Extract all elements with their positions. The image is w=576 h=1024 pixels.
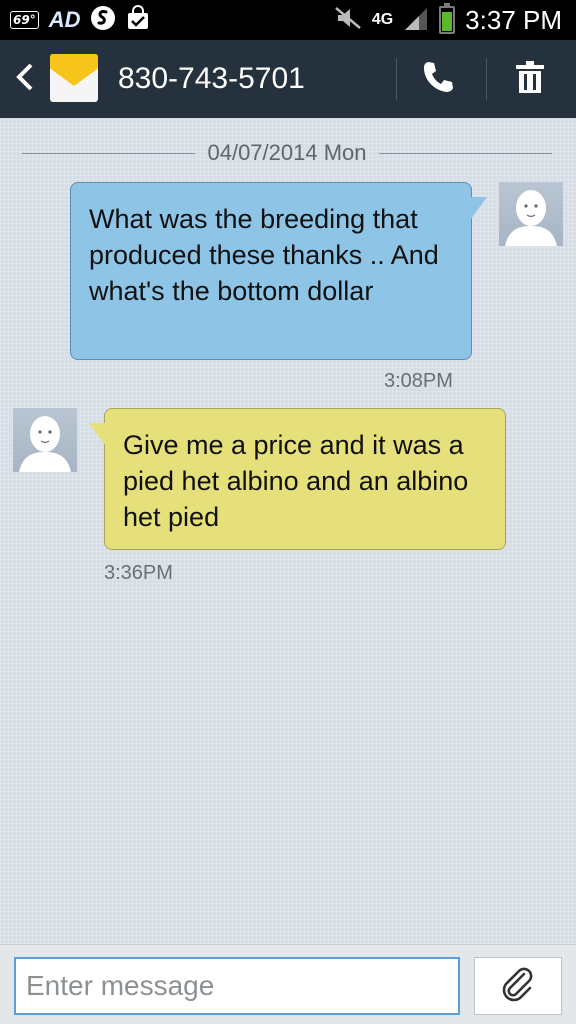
message-timestamp: 3:08PM xyxy=(384,370,453,392)
contact-number: 830-743-5701 xyxy=(118,62,305,95)
message-timestamp: 3:36PM xyxy=(104,562,173,584)
clock: 3:37 PM xyxy=(465,4,562,35)
message-composer xyxy=(0,944,576,1024)
paperclip-icon xyxy=(500,966,536,1007)
sent-message-bubble[interactable]: What was the breeding that produced thes… xyxy=(70,182,472,360)
message-text: What was the breeding that produced thes… xyxy=(89,204,439,306)
weather-icon: 69° xyxy=(10,11,39,29)
date-separator: 04/07/2014 Mon xyxy=(22,140,552,166)
trash-icon xyxy=(515,60,545,99)
network-type: 4G xyxy=(371,11,394,28)
shazam-icon xyxy=(90,5,116,36)
battery-icon xyxy=(439,3,456,34)
notification-icons: 69° AD xyxy=(10,4,150,36)
delete-button[interactable] xyxy=(490,40,570,118)
message-input[interactable] xyxy=(14,957,460,1015)
ad-app-icon: AD xyxy=(48,7,81,32)
received-message-bubble[interactable]: Give me a price and it was a pied het al… xyxy=(104,408,506,550)
header-divider xyxy=(486,58,487,100)
attach-button[interactable] xyxy=(474,957,562,1015)
header-divider xyxy=(396,58,397,100)
avatar[interactable] xyxy=(13,408,77,472)
shopping-bag-check-icon xyxy=(126,4,150,36)
call-button[interactable] xyxy=(398,40,478,118)
back-icon xyxy=(14,61,36,98)
avatar[interactable] xyxy=(499,182,563,246)
person-icon xyxy=(19,416,71,472)
status-bar: 69° AD 4G 3:37 PM xyxy=(0,0,576,40)
phone-icon xyxy=(421,59,455,100)
message-thread[interactable]: 04/07/2014 Mon What was the breeding tha… xyxy=(0,118,576,944)
message-text: Give me a price and it was a pied het al… xyxy=(123,430,469,532)
date-label: 04/07/2014 Mon xyxy=(207,140,367,165)
person-icon xyxy=(505,190,557,246)
back-button[interactable] xyxy=(8,40,42,118)
signal-icon xyxy=(403,6,429,35)
system-icons: 4G 3:37 PM xyxy=(334,3,562,36)
conversation-header: 830-743-5701 xyxy=(0,40,576,118)
envelope-icon xyxy=(50,54,98,102)
mute-icon xyxy=(334,6,362,35)
